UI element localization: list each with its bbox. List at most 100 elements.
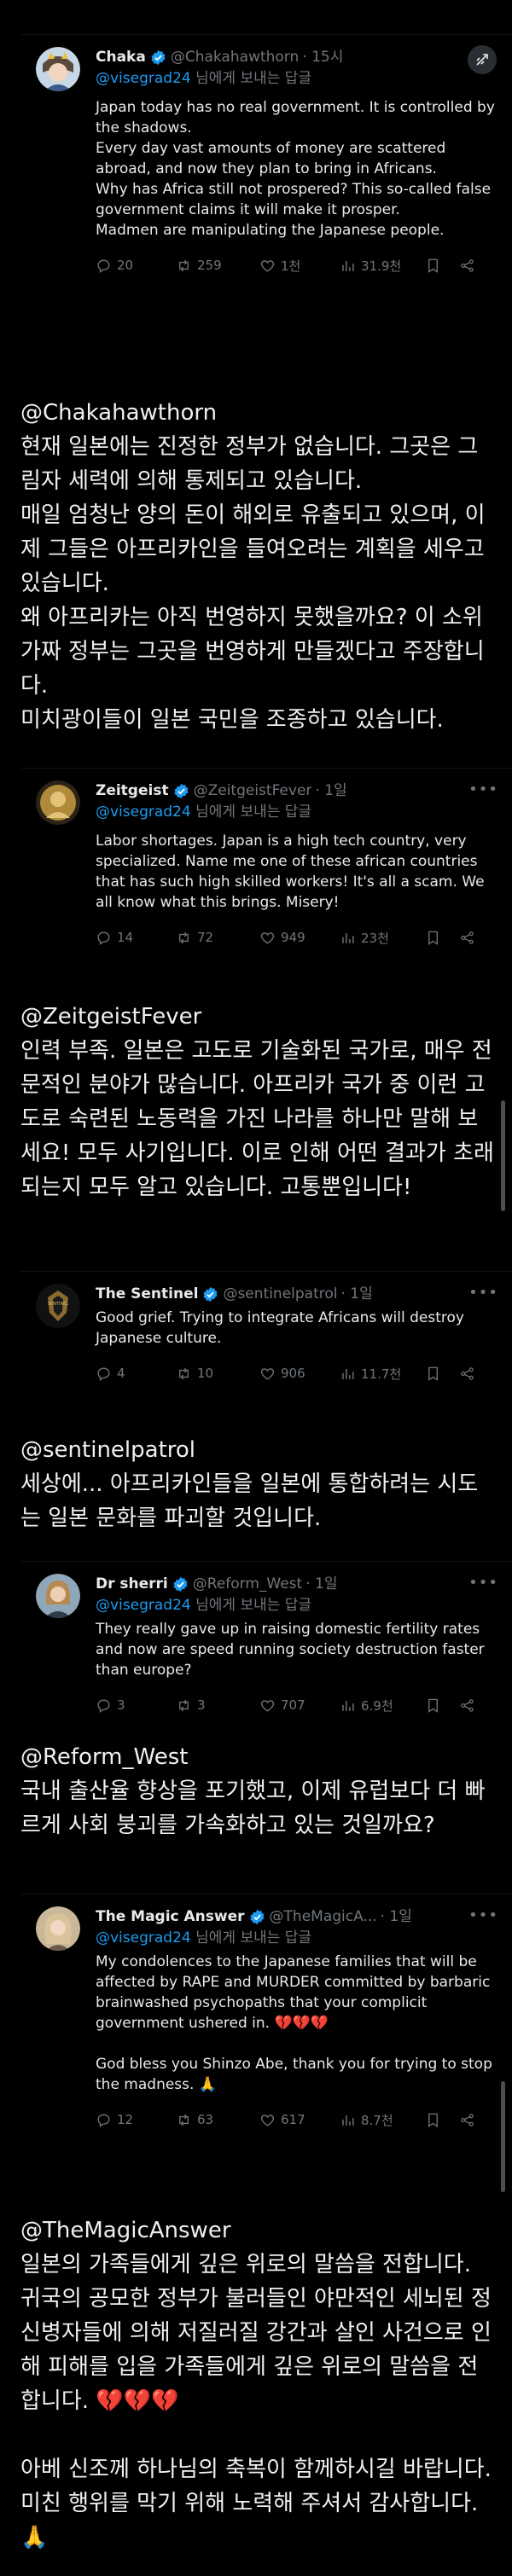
reply-to-mention[interactable]: @visegrad24 [96, 1597, 191, 1614]
like-button[interactable]: 949 [259, 930, 340, 946]
repost-icon [179, 931, 189, 943]
golden-portrait-avatar-icon[interactable] [36, 780, 80, 825]
translation-mention: @TheMagicAnswer [20, 2218, 231, 2243]
views-button[interactable]: 11.7천 [340, 1365, 425, 1383]
repost-icon [179, 1699, 189, 1711]
like-button[interactable]: 906 [259, 1366, 340, 1382]
woman-portrait-avatar-icon[interactable] [36, 1574, 80, 1618]
share-button[interactable] [459, 1697, 475, 1714]
reply-icon [97, 931, 110, 945]
bookmark-button[interactable] [425, 1366, 459, 1382]
like-button[interactable]: 1천 [259, 257, 340, 275]
heart-icon [260, 931, 275, 944]
author-name[interactable]: Dr sherri [96, 1574, 168, 1594]
share-button[interactable] [459, 258, 475, 274]
bookmark-button[interactable] [425, 258, 459, 274]
tweet-card[interactable]: Zeitgeist @ZeitgeistFever · 1일 ••• @vise… [20, 768, 512, 998]
reply-count: 20 [117, 258, 134, 273]
translation-block: @sentinelpatrol 세상에... 아프리카인들을 일본에 통합하려는… [20, 1433, 498, 1535]
reply-to-suffix: 님에게 보내는 답글 [190, 1929, 312, 1947]
share-icon [461, 931, 474, 944]
like-count: 707 [281, 1697, 305, 1713]
like-button[interactable]: 617 [259, 2112, 340, 2128]
translation-block: @Reform_West 국내 출산율 향상을 포기했고, 이제 유럽보다 더 … [20, 1740, 498, 1842]
author-name[interactable]: Chaka [96, 47, 146, 67]
views-button[interactable]: 6.9천 [340, 1697, 425, 1714]
reply-to-suffix: 님에게 보내는 답글 [190, 804, 312, 821]
author-name[interactable]: The Magic Answer [96, 1906, 245, 1927]
author-handle[interactable]: @Reform_West [193, 1574, 302, 1594]
author-name[interactable]: The Sentinel [96, 1284, 198, 1304]
more-icon[interactable]: ••• [468, 1574, 498, 1592]
bookmark-button[interactable] [425, 1697, 459, 1714]
reply-button[interactable]: 12 [96, 2112, 176, 2128]
reply-button[interactable]: 3 [96, 1697, 176, 1714]
views-icon [342, 1700, 354, 1711]
tweet-time[interactable]: · 1일 [305, 1574, 337, 1594]
views-button[interactable]: 8.7천 [340, 2111, 425, 2129]
verified-badge-icon [249, 1909, 265, 1925]
view-count: 11.7천 [361, 1366, 402, 1382]
reply-icon [97, 1698, 110, 1713]
reply-icon [97, 258, 110, 273]
sentinel-logo-avatar-icon[interactable]: SENTINEL [36, 1284, 80, 1328]
translation-block: @Chakahawthorn 현재 일본에는 진정한 정부가 없습니다. 그곳은… [20, 396, 498, 737]
reply-to-mention[interactable]: @visegrad24 [96, 804, 191, 821]
more-icon[interactable]: ••• [468, 780, 498, 798]
share-button[interactable] [459, 930, 475, 946]
views-button[interactable]: 31.9천 [340, 257, 425, 275]
share-icon [461, 2113, 474, 2126]
like-button[interactable]: 707 [259, 1697, 340, 1714]
author-handle[interactable]: @sentinelpatrol [223, 1284, 337, 1304]
view-count: 6.9천 [361, 1697, 393, 1714]
reply-button[interactable]: 20 [96, 258, 176, 274]
author-handle[interactable]: @TheMagicA... [270, 1906, 377, 1927]
translation-block: @ZeitgeistFever 인력 부족. 일본은 고도로 기술화된 국가로,… [20, 1000, 498, 1204]
like-count: 1천 [281, 258, 301, 274]
woman-portrait-avatar-icon[interactable] [36, 1906, 80, 1951]
tweet-text: My condolences to the Japanese families … [96, 1953, 492, 2093]
tweet-time[interactable]: · 1일 [381, 1906, 412, 1927]
tweet-card[interactable]: Chaka @Chakahawthorn · 15시 @visegrad24 님… [20, 34, 512, 392]
author-handle[interactable]: @ZeitgeistFever [194, 780, 312, 801]
translation-text: 국내 출산율 향상을 포기했고, 이제 유럽보다 더 빠르게 사회 붕괴를 가속… [20, 1778, 486, 1838]
scrollbar[interactable] [501, 2081, 505, 2192]
tweet-actions: 4 10 906 11.7천 [96, 1354, 498, 1393]
bookmark-button[interactable] [425, 930, 459, 946]
tweet-time[interactable]: · 1일 [341, 1284, 373, 1304]
views-button[interactable]: 23천 [340, 929, 425, 947]
reply-count: 14 [117, 930, 134, 945]
share-button[interactable] [459, 2112, 475, 2128]
reply-to-mention[interactable]: @visegrad24 [96, 70, 191, 87]
reply-button[interactable]: 14 [96, 930, 176, 946]
heart-icon [260, 1367, 275, 1380]
tweet-card[interactable]: SENTINEL The Sentinel @sentinelpatrol · … [20, 1271, 512, 1424]
tweet-time[interactable]: · 15시 [302, 47, 343, 67]
repost-button[interactable]: 63 [176, 2112, 259, 2128]
repost-icon [179, 259, 189, 271]
reply-button[interactable]: 4 [96, 1366, 176, 1382]
reply-to-mention[interactable]: @visegrad24 [96, 1929, 191, 1947]
author-handle[interactable]: @Chakahawthorn [171, 47, 299, 67]
tweet-time[interactable]: · 1일 [315, 780, 346, 801]
translation-text: 현재 일본에는 진정한 정부가 없습니다. 그곳은 그림자 세력에 의해 통제되… [20, 434, 486, 733]
scrollbar[interactable] [501, 1100, 505, 1211]
bookmark-icon [428, 2113, 438, 2127]
heart-icon [260, 2114, 275, 2126]
share-button[interactable] [459, 1366, 475, 1382]
tweet-card[interactable]: Dr sherri @Reform_West · 1일 ••• @visegra… [20, 1561, 512, 1732]
more-icon[interactable]: ••• [468, 1284, 498, 1302]
tweet-actions: 14 72 949 23천 [96, 918, 498, 957]
repost-button[interactable]: 72 [176, 930, 259, 946]
grok-icon[interactable] [468, 45, 497, 74]
repost-button[interactable]: 3 [176, 1697, 259, 1714]
more-icon[interactable]: ••• [468, 1906, 498, 1924]
translation-mention: @ZeitgeistFever [20, 1004, 202, 1030]
author-name[interactable]: Zeitgeist [96, 780, 169, 801]
tweet-card[interactable]: The Magic Answer @TheMagicA... · 1일 ••• … [20, 1894, 512, 2209]
verified-badge-icon [202, 1286, 218, 1303]
bookmark-button[interactable] [425, 2112, 459, 2128]
repost-button[interactable]: 10 [176, 1366, 259, 1382]
repost-button[interactable]: 259 [176, 258, 259, 274]
anime-avatar-icon[interactable] [36, 47, 80, 91]
